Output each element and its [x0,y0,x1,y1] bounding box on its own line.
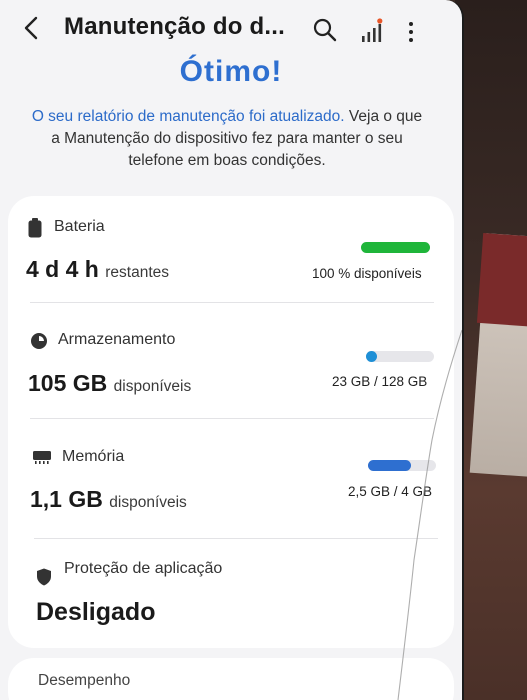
battery-icon [28,218,42,238]
storage-bar [366,351,434,362]
storage-label: Armazenamento [58,331,176,348]
battery-unit: restantes [105,264,170,281]
search-icon[interactable] [312,17,338,43]
divider [30,302,434,303]
divider [34,538,438,539]
storage-unit: disponíveis [113,378,192,395]
app-bar: Manutenção do d... [0,0,462,58]
storage-value-line: 105 GB disponíveis [28,370,191,397]
report-link[interactable]: O seu relatório de manutenção foi atuali… [32,108,345,125]
app-protection-label: Proteção de aplicação [64,560,223,577]
battery-bar [361,242,430,253]
more-vertical-icon[interactable] [404,20,418,46]
page-title: Manutenção do d... [64,13,285,40]
battery-label: Bateria [54,218,105,235]
divider [30,418,434,419]
memory-used-total: 2,5 GB / 4 GB [348,484,433,499]
battery-available: 100 % disponíveis [312,266,422,281]
status-card: Bateria 4 d 4 h restantes 100 % disponív… [8,196,454,648]
memory-label: Memória [62,448,125,465]
status-headline: Ótimo! [179,55,283,88]
signal-bars-icon[interactable] [360,18,384,44]
memory-unit: disponíveis [109,494,187,511]
app-protection-status: Desligado [36,598,156,626]
storage-bar-fill [366,351,377,362]
battery-value: 4 d 4 h [26,256,99,282]
storage-used-total: 23 GB / 128 GB [332,374,428,389]
phone-screen: Manutenção do d... Ótimo! O seu relatóri… [0,0,464,700]
memory-chip-icon [33,451,51,464]
battery-bar-fill [361,242,430,253]
storage-value: 105 GB [28,370,108,396]
memory-value-line: 1,1 GB disponíveis [30,486,187,513]
background-object [476,233,527,327]
performance-label: Desempenho [38,672,131,689]
performance-card[interactable]: Desempenho [8,658,454,700]
chevron-left-icon[interactable] [18,14,46,42]
memory-bar-fill [368,460,411,471]
storage-pie-icon [31,333,47,349]
shield-icon [37,568,51,586]
battery-value-line: 4 d 4 h restantes [26,256,169,283]
memory-value: 1,1 GB [30,486,103,512]
memory-bar [368,460,436,471]
report-text: O seu relatório de manutenção foi atuali… [28,106,426,172]
